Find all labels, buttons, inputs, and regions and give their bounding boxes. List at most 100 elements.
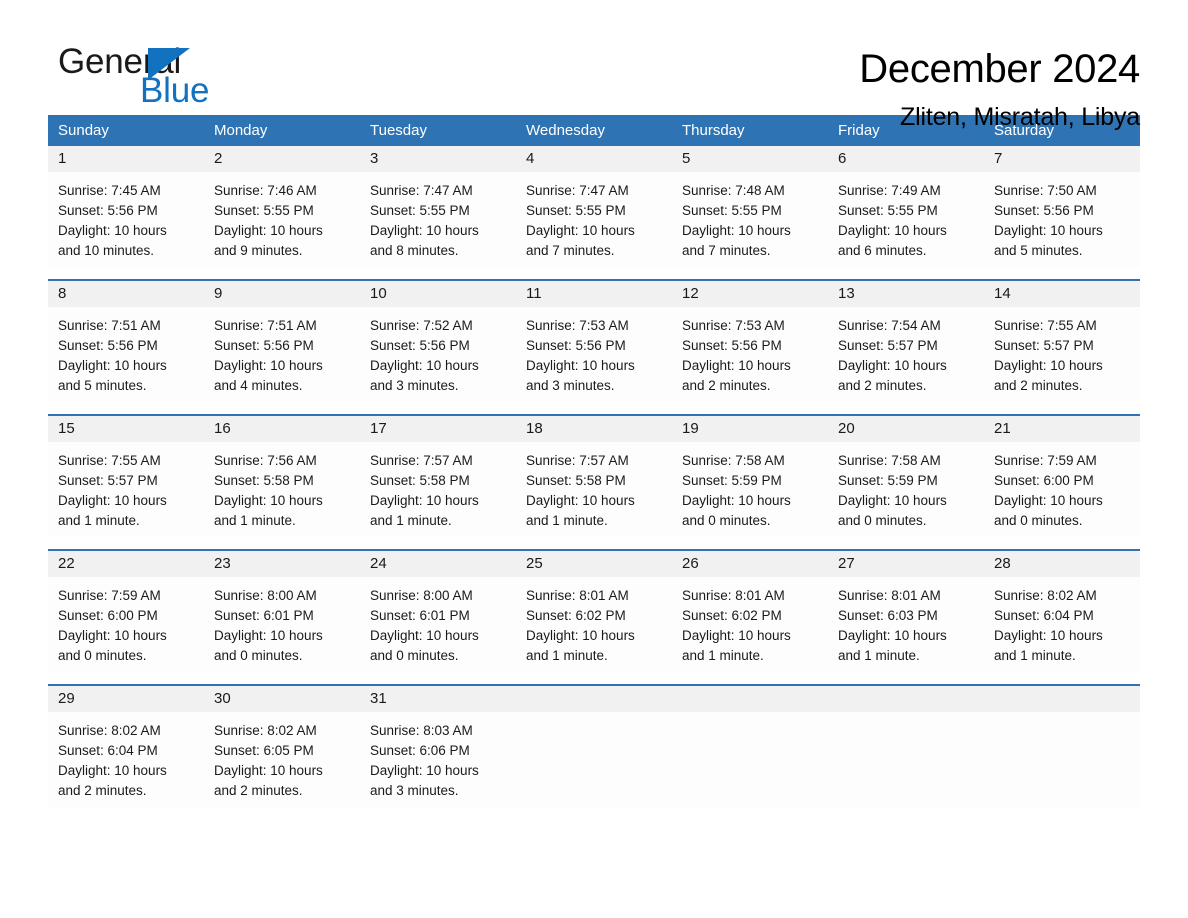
calendar-table: Sunday Monday Tuesday Wednesday Thursday Frid… (48, 115, 1140, 807)
day-cell[interactable]: Sunrise: 7:51 AM Sunset: 5:56 PM Daylight:… (204, 307, 360, 402)
cell-daylight-1-text: Daylight: 10 hours (214, 763, 323, 778)
cell-daylight-2-text: and 0 minutes. (58, 648, 147, 663)
day-cell[interactable]: Sunrise: 8:01 AM Sunset: 6:02 PM Daylight:… (516, 577, 672, 672)
cell-daylight-2-text: and 6 minutes. (838, 243, 927, 258)
day-number[interactable]: 13 (828, 281, 984, 307)
day-cell-empty (828, 712, 984, 807)
day-number-empty (516, 686, 672, 712)
cell-daylight-1-text: Daylight: 10 hours (214, 223, 323, 238)
cell-sunset-text: Sunset: 6:04 PM (58, 743, 158, 758)
day-cell[interactable]: Sunrise: 7:58 AM Sunset: 5:59 PM Daylight:… (672, 442, 828, 537)
cell-sunset-text: Sunset: 5:56 PM (58, 338, 158, 353)
day-number[interactable]: 27 (828, 551, 984, 577)
day-cell[interactable]: Sunrise: 8:00 AM Sunset: 6:01 PM Daylight:… (204, 577, 360, 672)
day-number[interactable]: 2 (204, 146, 360, 172)
cell-daylight-1-text: Daylight: 10 hours (682, 628, 791, 643)
day-cell[interactable]: Sunrise: 7:47 AM Sunset: 5:55 PM Daylight:… (360, 172, 516, 267)
cell-daylight-2-text: and 1 minute. (994, 648, 1076, 663)
cell-daylight-1-text: Daylight: 10 hours (838, 628, 947, 643)
day-number[interactable]: 10 (360, 281, 516, 307)
cell-sunrise-text: Sunrise: 8:02 AM (994, 588, 1097, 603)
day-cell[interactable]: Sunrise: 7:47 AM Sunset: 5:55 PM Daylight:… (516, 172, 672, 267)
cell-sunrise-text: Sunrise: 7:45 AM (58, 183, 161, 198)
day-cell[interactable]: Sunrise: 7:59 AM Sunset: 6:00 PM Daylight:… (984, 442, 1140, 537)
day-number[interactable]: 8 (48, 281, 204, 307)
day-cell[interactable]: Sunrise: 7:45 AM Sunset: 5:56 PM Daylight:… (48, 172, 204, 267)
day-number[interactable]: 26 (672, 551, 828, 577)
day-number[interactable]: 6 (828, 146, 984, 172)
day-cell[interactable]: Sunrise: 7:57 AM Sunset: 5:58 PM Daylight:… (360, 442, 516, 537)
day-number[interactable]: 3 (360, 146, 516, 172)
cell-daylight-2-text: and 0 minutes. (994, 513, 1083, 528)
day-cell[interactable]: Sunrise: 8:03 AM Sunset: 6:06 PM Daylight:… (360, 712, 516, 807)
day-number[interactable]: 14 (984, 281, 1140, 307)
day-number[interactable]: 30 (204, 686, 360, 712)
day-number[interactable]: 29 (48, 686, 204, 712)
cell-daylight-1-text: Daylight: 10 hours (682, 223, 791, 238)
day-number[interactable]: 1 (48, 146, 204, 172)
calendar-week-row: 15 16 17 18 19 20 21 Sunrise: 7:55 AM Sunset: 5:… (48, 414, 1140, 537)
day-cell[interactable]: Sunrise: 8:02 AM Sunset: 6:04 PM Daylight:… (48, 712, 204, 807)
weekday-header-sunday: Sunday (58, 122, 109, 139)
cell-sunset-text: Sunset: 5:58 PM (370, 473, 470, 488)
cell-daylight-2-text: and 1 minute. (682, 648, 764, 663)
day-cell[interactable]: Sunrise: 7:51 AM Sunset: 5:56 PM Daylight:… (48, 307, 204, 402)
day-cell[interactable]: Sunrise: 7:59 AM Sunset: 6:00 PM Daylight:… (48, 577, 204, 672)
day-cell[interactable]: Sunrise: 7:53 AM Sunset: 5:56 PM Daylight:… (672, 307, 828, 402)
day-number[interactable]: 28 (984, 551, 1140, 577)
day-cell[interactable]: Sunrise: 7:50 AM Sunset: 5:56 PM Daylight:… (984, 172, 1140, 267)
day-number[interactable]: 9 (204, 281, 360, 307)
day-cell[interactable]: Sunrise: 7:58 AM Sunset: 5:59 PM Daylight:… (828, 442, 984, 537)
day-number[interactable]: 18 (516, 416, 672, 442)
cell-sunrise-text: Sunrise: 8:02 AM (58, 723, 161, 738)
cell-sunset-text: Sunset: 5:55 PM (682, 203, 782, 218)
day-number[interactable]: 17 (360, 416, 516, 442)
day-cell-empty (984, 712, 1140, 807)
day-number[interactable]: 15 (48, 416, 204, 442)
cell-daylight-1-text: Daylight: 10 hours (682, 493, 791, 508)
cell-daylight-1-text: Daylight: 10 hours (994, 493, 1103, 508)
day-number[interactable]: 12 (672, 281, 828, 307)
day-cell[interactable]: Sunrise: 7:55 AM Sunset: 5:57 PM Daylight:… (984, 307, 1140, 402)
day-cell[interactable]: Sunrise: 7:46 AM Sunset: 5:55 PM Daylight:… (204, 172, 360, 267)
day-cell[interactable]: Sunrise: 7:48 AM Sunset: 5:55 PM Daylight:… (672, 172, 828, 267)
cell-daylight-2-text: and 0 minutes. (214, 648, 303, 663)
cell-daylight-1-text: Daylight: 10 hours (370, 628, 479, 643)
cell-sunrise-text: Sunrise: 7:47 AM (370, 183, 473, 198)
cell-daylight-2-text: and 8 minutes. (370, 243, 459, 258)
day-cell[interactable]: Sunrise: 7:57 AM Sunset: 5:58 PM Daylight:… (516, 442, 672, 537)
day-cell[interactable]: Sunrise: 7:56 AM Sunset: 5:58 PM Daylight:… (204, 442, 360, 537)
day-cell[interactable]: Sunrise: 8:02 AM Sunset: 6:04 PM Daylight:… (984, 577, 1140, 672)
day-number[interactable]: 11 (516, 281, 672, 307)
cell-sunrise-text: Sunrise: 8:01 AM (526, 588, 629, 603)
day-cell[interactable]: Sunrise: 8:01 AM Sunset: 6:02 PM Daylight:… (672, 577, 828, 672)
day-cell[interactable]: Sunrise: 8:01 AM Sunset: 6:03 PM Daylight:… (828, 577, 984, 672)
weekday-header-tuesday: Tuesday (370, 122, 427, 139)
day-number[interactable]: 22 (48, 551, 204, 577)
day-number[interactable]: 21 (984, 416, 1140, 442)
day-number[interactable]: 31 (360, 686, 516, 712)
cell-daylight-1-text: Daylight: 10 hours (370, 358, 479, 373)
day-number[interactable]: 23 (204, 551, 360, 577)
day-number[interactable]: 19 (672, 416, 828, 442)
cell-daylight-1-text: Daylight: 10 hours (58, 358, 167, 373)
day-cell[interactable]: Sunrise: 7:49 AM Sunset: 5:55 PM Daylight:… (828, 172, 984, 267)
day-number[interactable]: 7 (984, 146, 1140, 172)
cell-daylight-1-text: Daylight: 10 hours (682, 358, 791, 373)
day-cell[interactable]: Sunrise: 8:02 AM Sunset: 6:05 PM Daylight:… (204, 712, 360, 807)
day-cell[interactable]: Sunrise: 7:54 AM Sunset: 5:57 PM Daylight:… (828, 307, 984, 402)
cell-daylight-1-text: Daylight: 10 hours (838, 358, 947, 373)
day-number[interactable]: 5 (672, 146, 828, 172)
weekday-header-row: Sunday Monday Tuesday Wednesday Thursday Frid… (48, 115, 1140, 146)
day-cell[interactable]: Sunrise: 7:55 AM Sunset: 5:57 PM Daylight:… (48, 442, 204, 537)
day-cell[interactable]: Sunrise: 7:53 AM Sunset: 5:56 PM Daylight:… (516, 307, 672, 402)
day-number[interactable]: 16 (204, 416, 360, 442)
day-number[interactable]: 20 (828, 416, 984, 442)
generalblue-logo[interactable]: General Blue (48, 44, 248, 116)
day-cell[interactable]: Sunrise: 8:00 AM Sunset: 6:01 PM Daylight:… (360, 577, 516, 672)
day-cell[interactable]: Sunrise: 7:52 AM Sunset: 5:56 PM Daylight:… (360, 307, 516, 402)
day-number[interactable]: 4 (516, 146, 672, 172)
day-number[interactable]: 24 (360, 551, 516, 577)
cell-daylight-1-text: Daylight: 10 hours (58, 628, 167, 643)
day-number[interactable]: 25 (516, 551, 672, 577)
